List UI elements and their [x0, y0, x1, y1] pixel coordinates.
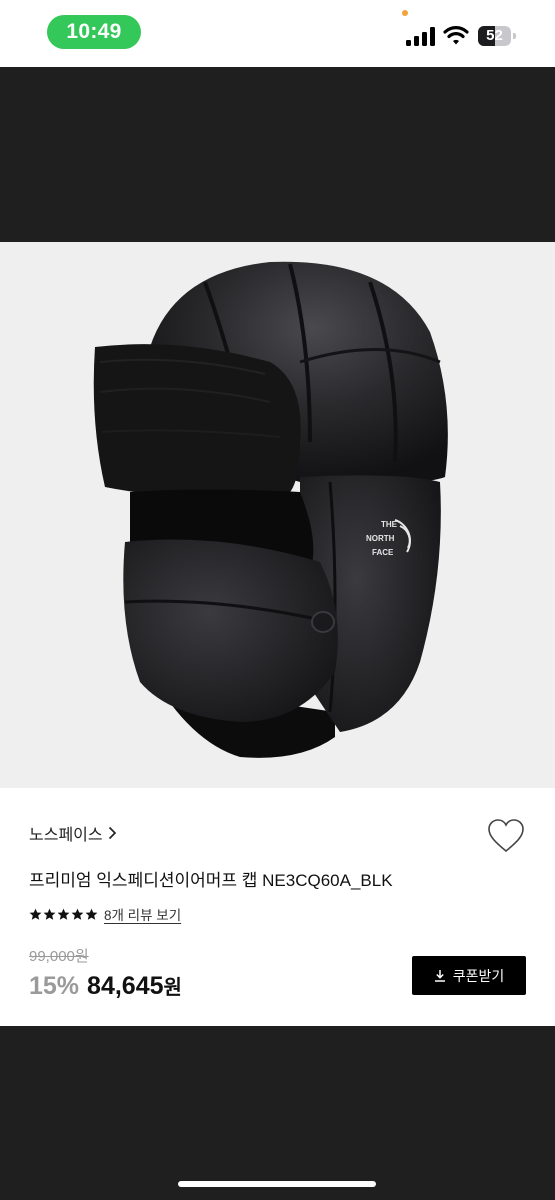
product-title: 프리미엄 익스페디션이어머프 캡 NE3CQ60A_BLK — [29, 871, 393, 890]
brand-name: 노스페이스 — [29, 827, 103, 844]
home-indicator[interactable] — [178, 1181, 376, 1187]
wifi-icon — [443, 26, 469, 45]
svg-text:THE: THE — [381, 520, 398, 529]
battery-level: 52 — [486, 27, 503, 44]
status-time: 10:49 — [66, 20, 122, 43]
star-icon — [85, 908, 98, 920]
chevron-right-icon — [108, 826, 116, 840]
product-image-area[interactable]: THE NORTH FACE — [0, 242, 555, 788]
discount-rate: 15% — [29, 972, 80, 1000]
status-bar: 10:49 52 — [0, 0, 555, 67]
star-icon — [71, 908, 84, 920]
star-icon — [29, 908, 42, 920]
battery-icon: 52 — [478, 26, 516, 46]
svg-text:NORTH: NORTH — [366, 534, 395, 543]
sale-price: 84,645 — [87, 972, 164, 1000]
price-row: 15% 84,645 원 — [29, 971, 182, 1001]
time-pill[interactable]: 10:49 — [47, 15, 141, 49]
star-icon — [43, 908, 56, 920]
svg-text:FACE: FACE — [372, 548, 394, 557]
rating-stars — [29, 908, 98, 921]
privacy-indicator-dot — [402, 10, 408, 16]
download-icon — [434, 970, 445, 982]
brand-link[interactable]: 노스페이스 — [29, 821, 117, 845]
heart-icon[interactable] — [487, 818, 525, 854]
rating-row: 8개 리뷰 보기 — [29, 904, 181, 924]
signal-icon — [406, 27, 435, 46]
coupon-button[interactable]: 쿠폰받기 — [412, 956, 526, 995]
review-link[interactable]: 8개 리뷰 보기 — [104, 904, 181, 924]
price-unit: 원 — [163, 977, 182, 999]
coupon-button-label: 쿠폰받기 — [452, 967, 505, 984]
product-info-panel: 노스페이스 프리미엄 익스페디션이어머프 캡 NE3CQ60A_BLK 8개 리… — [0, 788, 555, 1026]
original-price: 99,000원 — [29, 948, 89, 965]
trapper-hat-image: THE NORTH FACE — [93, 261, 448, 758]
star-icon — [57, 908, 70, 920]
